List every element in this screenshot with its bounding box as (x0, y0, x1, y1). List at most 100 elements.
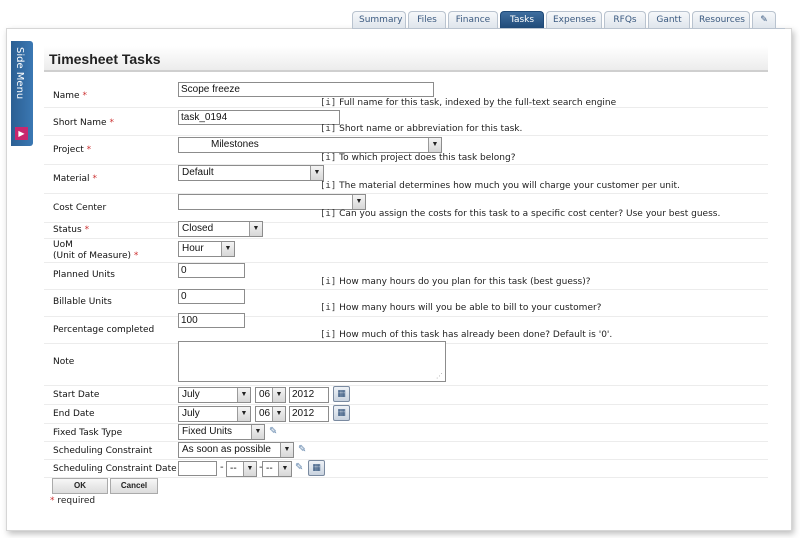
calendar-icon[interactable]: ▦ (333, 386, 350, 402)
constraint-year-input[interactable] (178, 461, 217, 476)
tab-underline (352, 28, 785, 29)
chevron-down-icon: ▼ (221, 242, 234, 256)
status-label: Status (53, 225, 82, 235)
tab-edit[interactable]: ✎ (752, 11, 776, 28)
row-start-date: Start Date July ▼ 06 ▼ 2012 ▦ (44, 386, 768, 405)
chevron-down-icon: ▼ (280, 443, 293, 457)
row-end-date: End Date July ▼ 06 ▼ 2012 ▦ (44, 405, 768, 424)
project-select[interactable]: Milestones ▼ (178, 137, 442, 153)
chevron-down-icon: ▼ (272, 407, 285, 421)
percentage-completed-help: [i] How much of this task has already be… (320, 330, 613, 340)
scheduling-constraint-select[interactable]: As soon as possible ▼ (178, 442, 294, 458)
required-asterisk: * (86, 145, 92, 155)
short-name-label: Short Name (53, 118, 107, 128)
required-note: * required (50, 496, 96, 506)
uom-select[interactable]: Hour ▼ (178, 241, 235, 257)
row-planned-units: Planned Units 0 [i] How many hours do yo… (44, 263, 768, 290)
row-name: Name * Scope freeze [i] Full name for th… (44, 76, 768, 108)
wrench-icon[interactable]: ✎ (269, 426, 277, 437)
planned-units-input[interactable]: 0 (178, 263, 245, 278)
short-name-input[interactable]: task_0194 (178, 110, 340, 125)
cancel-button[interactable]: Cancel (110, 478, 158, 494)
calendar-icon[interactable]: ▦ (333, 405, 350, 421)
row-scheduling-constraint-date: Scheduling Constraint Date - -- ▼ - -- ▼… (44, 460, 768, 478)
end-month-select[interactable]: July ▼ (178, 406, 251, 422)
side-menu[interactable]: Side Menu ▶ (11, 41, 33, 146)
chevron-down-icon: ▼ (428, 138, 441, 152)
uom-label-detail: (Unit of Measure) (53, 251, 131, 261)
name-input[interactable]: Scope freeze (178, 82, 434, 97)
scheduling-constraint-label: Scheduling Constraint (53, 446, 153, 456)
end-date-label: End Date (53, 409, 95, 419)
pencil-icon: ✎ (760, 15, 768, 25)
end-day-select[interactable]: 06 ▼ (255, 406, 286, 422)
wrench-icon[interactable]: ✎ (298, 444, 306, 455)
cost-center-select[interactable]: ▼ (178, 194, 366, 210)
constraint-day-select[interactable]: -- ▼ (262, 461, 292, 477)
required-asterisk: * (84, 225, 90, 235)
chevron-down-icon: ▼ (251, 425, 264, 439)
row-fixed-task-type: Fixed Task Type Fixed Units ▼ ✎ (44, 424, 768, 442)
cost-center-label: Cost Center (53, 203, 107, 213)
percentage-completed-input[interactable]: 100 (178, 313, 245, 328)
short-name-help: [i] Short name or abbreviation for this … (320, 124, 523, 134)
material-label: Material (53, 174, 90, 184)
tab-summary[interactable]: Summary (352, 11, 406, 28)
expand-arrow-icon[interactable]: ▶ (15, 127, 28, 140)
tab-rfqs[interactable]: RFQs (604, 11, 646, 28)
row-billable-units: Billable Units 0 [i] How many hours will… (44, 289, 768, 317)
ok-button[interactable]: OK (52, 478, 108, 494)
side-menu-label: Side Menu (14, 47, 25, 100)
chevron-down-icon: ▼ (272, 388, 285, 402)
row-percentage-completed: Percentage completed 100 [i] How much of… (44, 313, 768, 344)
start-day-select[interactable]: 06 ▼ (255, 387, 286, 403)
chevron-down-icon: ▼ (249, 222, 262, 236)
uom-label: UoM (53, 240, 73, 250)
page-title: Timesheet Tasks (44, 46, 768, 72)
row-status: Status * Closed ▼ (44, 221, 768, 239)
name-label: Name (53, 91, 80, 101)
row-material: Material * Default ▼ [i] The material de… (44, 165, 768, 194)
tab-finance[interactable]: Finance (448, 11, 498, 28)
material-help: [i] The material determines how much you… (320, 181, 680, 191)
start-date-label: Start Date (53, 390, 100, 400)
chevron-down-icon: ▼ (237, 407, 250, 421)
project-help: [i] To which project does this task belo… (320, 153, 516, 163)
planned-units-help: [i] How many hours do you plan for this … (320, 277, 591, 287)
tab-tasks[interactable]: Tasks (500, 11, 544, 28)
planned-units-label: Planned Units (53, 270, 115, 280)
wrench-icon[interactable]: ✎ (295, 462, 303, 473)
timesheet-tasks-panel: Timesheet Tasks Name * Scope freeze [i] … (44, 46, 768, 514)
calendar-icon[interactable]: ▦ (308, 460, 325, 476)
tab-gantt[interactable]: Gantt (648, 11, 690, 28)
fixed-task-type-select[interactable]: Fixed Units ▼ (178, 424, 265, 440)
chevron-down-icon: ▼ (237, 388, 250, 402)
chevron-down-icon: ▼ (310, 166, 323, 180)
chevron-down-icon: ▼ (243, 462, 256, 476)
name-help: [i] Full name for this task, indexed by … (320, 98, 617, 108)
required-asterisk: * (82, 91, 87, 101)
row-short-name: Short Name * task_0194 [i] Short name or… (44, 108, 768, 136)
note-textarea[interactable] (178, 341, 446, 382)
material-select[interactable]: Default ▼ (178, 165, 324, 181)
row-scheduling-constraint: Scheduling Constraint As soon as possibl… (44, 442, 768, 460)
end-year-input[interactable]: 2012 (289, 406, 329, 422)
row-cost-center: Cost Center ▼ [i] Can you assign the cos… (44, 194, 768, 223)
tab-files[interactable]: Files (408, 11, 446, 28)
percentage-completed-label: Percentage completed (53, 325, 155, 335)
note-label: Note (53, 357, 75, 367)
status-select[interactable]: Closed ▼ (178, 221, 263, 237)
constraint-month-select[interactable]: -- ▼ (226, 461, 257, 477)
tab-bar: Summary Files Finance Tasks Expenses RFQ… (352, 11, 778, 28)
start-month-select[interactable]: July ▼ (178, 387, 251, 403)
required-asterisk: * (92, 174, 97, 184)
billable-units-input[interactable]: 0 (178, 289, 245, 304)
start-year-input[interactable]: 2012 (289, 387, 329, 403)
row-project: Project * Milestones ▼ [i] To which proj… (44, 136, 768, 165)
required-asterisk: * (133, 251, 139, 261)
tab-resources[interactable]: Resources (692, 11, 750, 28)
chevron-down-icon: ▼ (278, 462, 291, 476)
tab-expenses[interactable]: Expenses (546, 11, 602, 28)
cost-center-help: [i] Can you assign the costs for this ta… (320, 209, 721, 219)
resize-grip-icon[interactable]: ⋰ (436, 372, 767, 385)
